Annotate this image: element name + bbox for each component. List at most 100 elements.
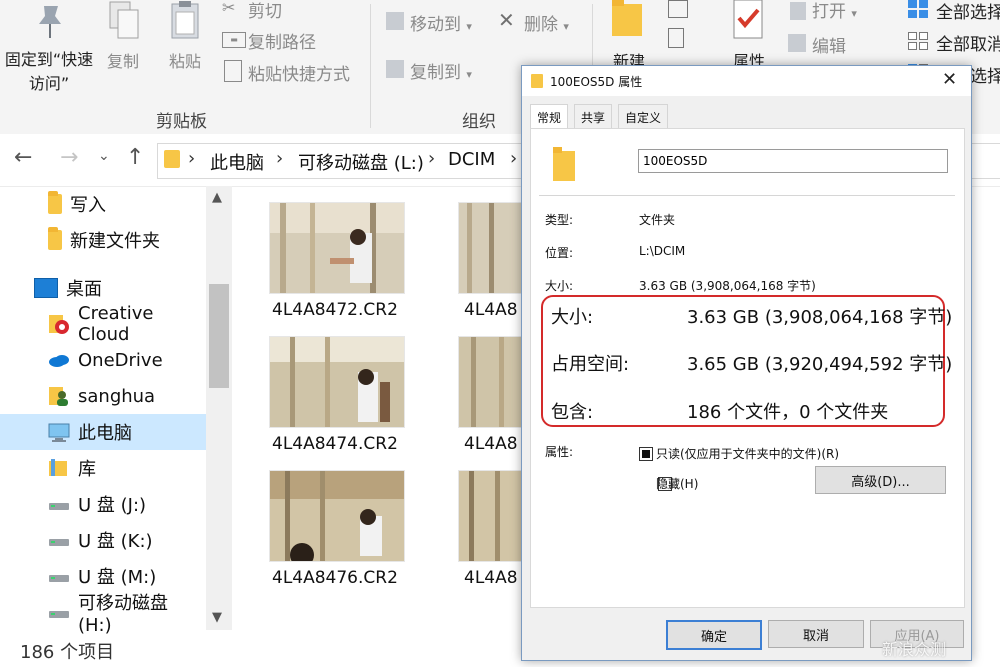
select-all-button[interactable]: 全部选择 [936,0,1000,23]
nav-item-label: 此电脑 [78,423,132,444]
paste-shortcut-icon [224,60,242,82]
nav-item-sanghua[interactable]: sanghua [0,378,206,414]
edit-icon [788,34,806,52]
forward-arrow-icon[interactable]: → [60,145,78,170]
paste-shortcut-button[interactable]: 粘贴快捷方式 [248,60,350,85]
file-thumbnail[interactable] [269,470,405,562]
delete-icon: ✕ [498,8,515,32]
nav-item-onedrive[interactable]: OneDrive [0,342,206,378]
nav-item-label: Creative Cloud [78,303,154,345]
properties-dialog: 100EOS5D 属性 ✕ 常规 共享 自定义 类型: 文件夹 位置: L:\D… [521,65,972,661]
properties-icon [732,0,764,40]
nav-item-removable-h[interactable]: 可移动磁盘 (H:) [0,593,206,636]
breadcrumb-chevron-icon[interactable]: › [188,148,195,169]
ok-button[interactable]: 确定 [666,620,762,650]
dialog-title-bar[interactable]: 100EOS5D 属性 ✕ [522,66,971,96]
breadcrumb-dcim[interactable]: DCIM [448,149,495,170]
readonly-checkbox[interactable] [639,447,653,461]
open-icon [790,2,806,20]
scissors-icon: ✂ [222,0,236,17]
file-thumbnail[interactable] [269,336,405,428]
library-icon [48,457,70,479]
nav-item-usb-j[interactable]: U 盘 (J:) [0,486,206,522]
breadcrumb-chevron-icon[interactable]: › [276,148,283,169]
file-thumbnail[interactable] [458,470,522,562]
nav-item-label: 新建文件夹 [70,231,160,252]
highlight-box: 大小: 3.63 GB (3,908,064,168 字节) 占用空间: 3.6… [541,295,952,427]
nav-pane-scrollbar[interactable] [206,186,232,630]
advanced-button[interactable]: 高级(D)... [815,466,946,494]
attributes-label: 属性: [545,445,574,459]
drive-icon [48,493,70,515]
recent-locations-chevron-icon[interactable]: ⌄ [98,148,110,164]
scroll-up-icon[interactable]: ▲ [212,190,222,205]
nav-item-label: OneDrive [78,349,163,371]
scroll-down-icon[interactable]: ▼ [212,610,222,625]
breadcrumb-chevron-icon[interactable]: › [428,148,435,169]
file-name: 4L4A8476.CR2 [272,568,398,588]
back-arrow-icon[interactable]: ← [14,145,32,170]
folder-icon [164,150,180,168]
breadcrumb-chevron-icon[interactable]: › [510,148,517,169]
copy-path-button[interactable]: 复制路径 [248,28,316,53]
nav-item-libraries[interactable]: 库 [0,450,206,486]
pin-icon [30,2,70,42]
folder-icon [531,74,543,88]
open-button[interactable]: 打开 ▾ [812,0,857,22]
breadcrumb-removable-disk[interactable]: 可移动磁盘 (L:) [298,149,424,175]
cut-button[interactable]: 剪切 [248,0,282,22]
tab-general[interactable]: 常规 [530,104,569,130]
file-name: 4L4A8 [464,300,518,320]
move-to-button[interactable]: 移动到 ▾ [410,10,472,35]
drive-icon [48,601,70,623]
file-name: 4L4A8 [464,568,518,588]
copy-path-icon: ▬ [222,32,246,48]
nav-item-label: U 盘 (K:) [78,531,153,552]
readonly-label[interactable]: 只读(仅应用于文件夹中的文件)(R) [656,445,839,462]
type-label: 类型: [545,213,574,227]
user-folder-icon [48,385,70,407]
this-pc-icon [48,421,70,443]
file-thumbnail[interactable] [269,202,405,294]
copy-to-button[interactable]: 复制到 ▾ [410,58,472,83]
nav-item-usb-k[interactable]: U 盘 (K:) [0,522,206,558]
nav-item-creative-cloud[interactable]: Creative Cloud [0,303,206,345]
breadcrumb-this-pc[interactable]: 此电脑 [210,149,264,175]
copy-button[interactable]: 复制 [100,48,146,72]
clipboard-group-label: 剪贴板 [156,112,207,132]
hidden-label[interactable]: 隐藏(H) [656,475,698,492]
cancel-button[interactable]: 取消 [768,620,864,648]
file-thumbnail[interactable] [458,336,522,428]
tab-sharing[interactable]: 共享 [574,104,613,130]
file-name: 4L4A8472.CR2 [272,300,398,320]
general-tab-panel: 类型: 文件夹 位置: L:\DCIM 大小: 3.63 GB (3,908,0… [530,128,965,608]
nav-item-desktop[interactable]: 桌面 [0,270,206,306]
size-value-small: 3.63 GB (3,908,064,168 字节) [639,279,816,293]
item-count: 186 个项目 [20,642,115,663]
drive-icon [48,529,70,551]
easy-access-icon [668,28,684,48]
select-none-button[interactable]: 全部取消 [936,30,1000,55]
nav-item-label: 库 [78,459,96,480]
creative-cloud-icon [48,313,70,335]
close-icon[interactable]: ✕ [942,69,957,90]
tab-customize[interactable]: 自定义 [618,104,669,130]
nav-item-this-pc[interactable]: 此电脑 [0,414,206,450]
nav-item-write[interactable]: 写入 [0,186,206,222]
nav-item-new-folder[interactable]: 新建文件夹 [0,222,206,258]
copy-icon [106,0,142,42]
delete-button[interactable]: 删除 ▾ [524,10,569,35]
folder-icon [551,147,577,181]
pin-quick-access-button[interactable]: 固定到“快速访问” [0,48,98,96]
file-thumbnail[interactable] [458,202,522,294]
edit-button[interactable]: 编辑 [812,32,846,57]
folder-icon [48,227,62,250]
paste-icon [166,0,204,42]
select-all-icon [908,0,928,18]
organize-group-label: 组织 [462,112,496,132]
nav-pane-scroll-thumb[interactable] [209,284,229,388]
up-arrow-icon[interactable]: ↑ [126,145,144,170]
contains-value: 186 个文件，0 个文件夹 [687,402,889,423]
folder-name-input[interactable] [638,149,948,173]
paste-button[interactable]: 粘贴 [162,48,208,72]
